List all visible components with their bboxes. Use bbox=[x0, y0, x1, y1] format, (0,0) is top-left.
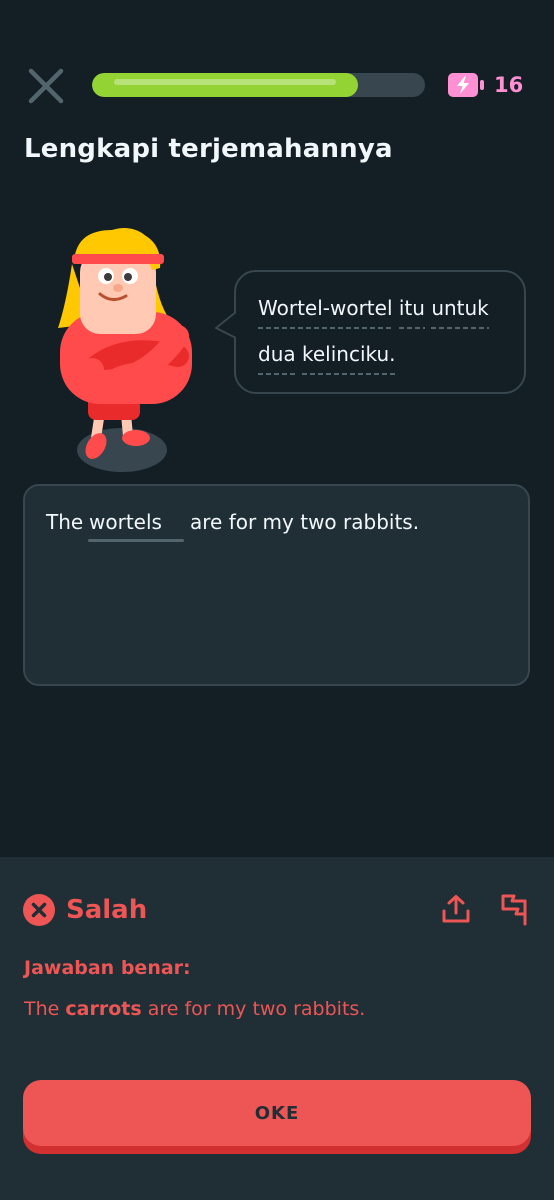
share-button[interactable] bbox=[440, 893, 472, 925]
close-button[interactable] bbox=[26, 66, 66, 106]
result-status: Salah bbox=[66, 895, 148, 925]
page-title: Lengkapi terjemahannya bbox=[24, 134, 393, 164]
prompt-line-1: Wortel-wortel itu untuk bbox=[258, 294, 489, 329]
progress-fill bbox=[92, 73, 359, 97]
correct-answer-start: The bbox=[24, 998, 60, 1020]
prompt-line-2: dua kelinciku. bbox=[258, 340, 396, 375]
ok-button[interactable]: OKE bbox=[23, 1080, 531, 1146]
energy-count: 16 bbox=[494, 73, 524, 97]
report-button[interactable] bbox=[498, 892, 530, 926]
character-illustration bbox=[52, 224, 202, 476]
sentence-end: are for my two rabbits. bbox=[190, 510, 420, 534]
correct-answer-text: The carrots are for my two rabbits. bbox=[24, 995, 365, 1023]
speech-bubble bbox=[234, 270, 526, 394]
correct-answer-end: are for my two rabbits. bbox=[147, 998, 366, 1020]
share-icon bbox=[442, 895, 470, 923]
flag-icon bbox=[501, 894, 527, 926]
energy-battery-icon bbox=[447, 72, 485, 98]
wrong-x-icon bbox=[23, 894, 55, 926]
close-icon bbox=[28, 68, 64, 104]
correct-answer-highlight: carrots bbox=[65, 998, 142, 1020]
sentence-start: The bbox=[46, 510, 84, 534]
prompt-word[interactable]: untuk bbox=[431, 294, 489, 329]
prompt-word[interactable]: dua bbox=[258, 340, 296, 375]
correct-answer-label: Jawaban benar: bbox=[24, 957, 191, 979]
prompt-word[interactable]: kelinciku. bbox=[302, 340, 396, 375]
prompt-word[interactable]: Wortel-wortel bbox=[258, 294, 393, 329]
progress-shine bbox=[114, 79, 337, 85]
speech-bubble-tail bbox=[215, 310, 240, 340]
answer-input-value[interactable]: wortels bbox=[89, 507, 162, 537]
prompt-word[interactable]: itu bbox=[398, 294, 425, 329]
answer-blank-underline bbox=[88, 539, 184, 542]
lesson-progress-bar bbox=[92, 73, 425, 97]
